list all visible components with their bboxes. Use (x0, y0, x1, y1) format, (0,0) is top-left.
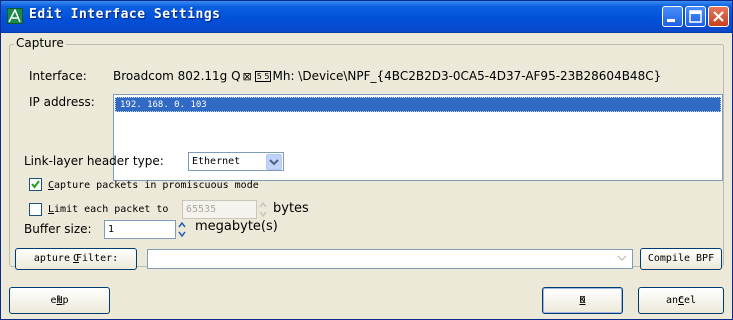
limit-spinner[interactable] (258, 200, 268, 219)
capture-filter-button[interactable]: Capture Filter: (15, 248, 137, 270)
compile-bpf-label: Compile BPF (647, 253, 715, 264)
interface-suffix: Mh: \Device\NPF_{4BC2B2D3-0CA5-4D37-AF95… (272, 69, 662, 83)
capture-filter-input[interactable] (147, 249, 633, 269)
minimize-button[interactable] (662, 6, 683, 27)
link-layer-value: Ethernet (192, 156, 241, 167)
interface-prefix: Broadcom 802.11g Q (113, 69, 241, 83)
limit-packet-field[interactable]: 65535 (182, 200, 257, 219)
cancel-button[interactable]: Cancel (638, 287, 724, 314)
ip-address-item[interactable]: 192. 168. 0. 103 (115, 97, 721, 112)
chevron-down-icon[interactable] (615, 251, 631, 267)
limit-packet-checkbox[interactable] (29, 203, 42, 216)
wireshark-fin-icon (7, 8, 23, 24)
maximize-button[interactable] (685, 6, 706, 27)
compile-bpf-button[interactable]: Compile BPF (640, 248, 722, 270)
title-bar[interactable]: Edit Interface Settings (1, 1, 732, 33)
window-title: Edit Interface Settings (29, 7, 221, 22)
chevron-down-icon[interactable] (266, 154, 282, 170)
spin-arrows-icon (178, 221, 186, 238)
ok-button[interactable]: OK (542, 287, 623, 314)
link-layer-select[interactable]: Ethernet (188, 152, 284, 171)
interface-glyph-a: ⊠ (242, 70, 252, 83)
link-layer-label: Link-layer header type: (24, 154, 164, 168)
limit-packet-value: 65535 (186, 204, 217, 215)
interface-label: Interface: (29, 69, 87, 83)
ip-address-label: IP address: (29, 95, 95, 109)
minimize-icon (667, 19, 675, 22)
help-button[interactable]: Help (9, 287, 110, 314)
spin-arrows-icon (259, 201, 267, 218)
megabytes-unit: megabyte(s) (195, 219, 278, 234)
edit-interface-settings-dialog: Edit Interface Settings Capture Interfac… (0, 0, 733, 320)
checkmark-icon (31, 180, 40, 189)
limit-packet-label: Limit each packet to (48, 204, 169, 215)
buffer-size-field[interactable]: 1 (104, 220, 176, 239)
maximize-icon (689, 10, 702, 23)
close-icon (713, 11, 724, 22)
interface-value: Broadcom 802.11g Q ⊠ 5 5 Mh: \Device\NPF_{4… (113, 69, 661, 83)
interface-glyph-b: 5 5 (254, 71, 272, 82)
close-button[interactable] (708, 6, 729, 27)
capture-legend: Capture (14, 36, 66, 50)
promiscuous-checkbox[interactable] (29, 178, 42, 191)
bytes-unit: bytes (273, 201, 309, 216)
buffer-size-label: Buffer size: (24, 222, 92, 236)
buffer-size-value: 1 (108, 224, 115, 235)
buffer-spinner[interactable] (177, 220, 187, 239)
dialog-body: Capture Interface: Broadcom 802.11g Q ⊠ 5 … (1, 33, 732, 319)
promiscuous-label: Capture packets in promiscuous mode (48, 180, 259, 191)
